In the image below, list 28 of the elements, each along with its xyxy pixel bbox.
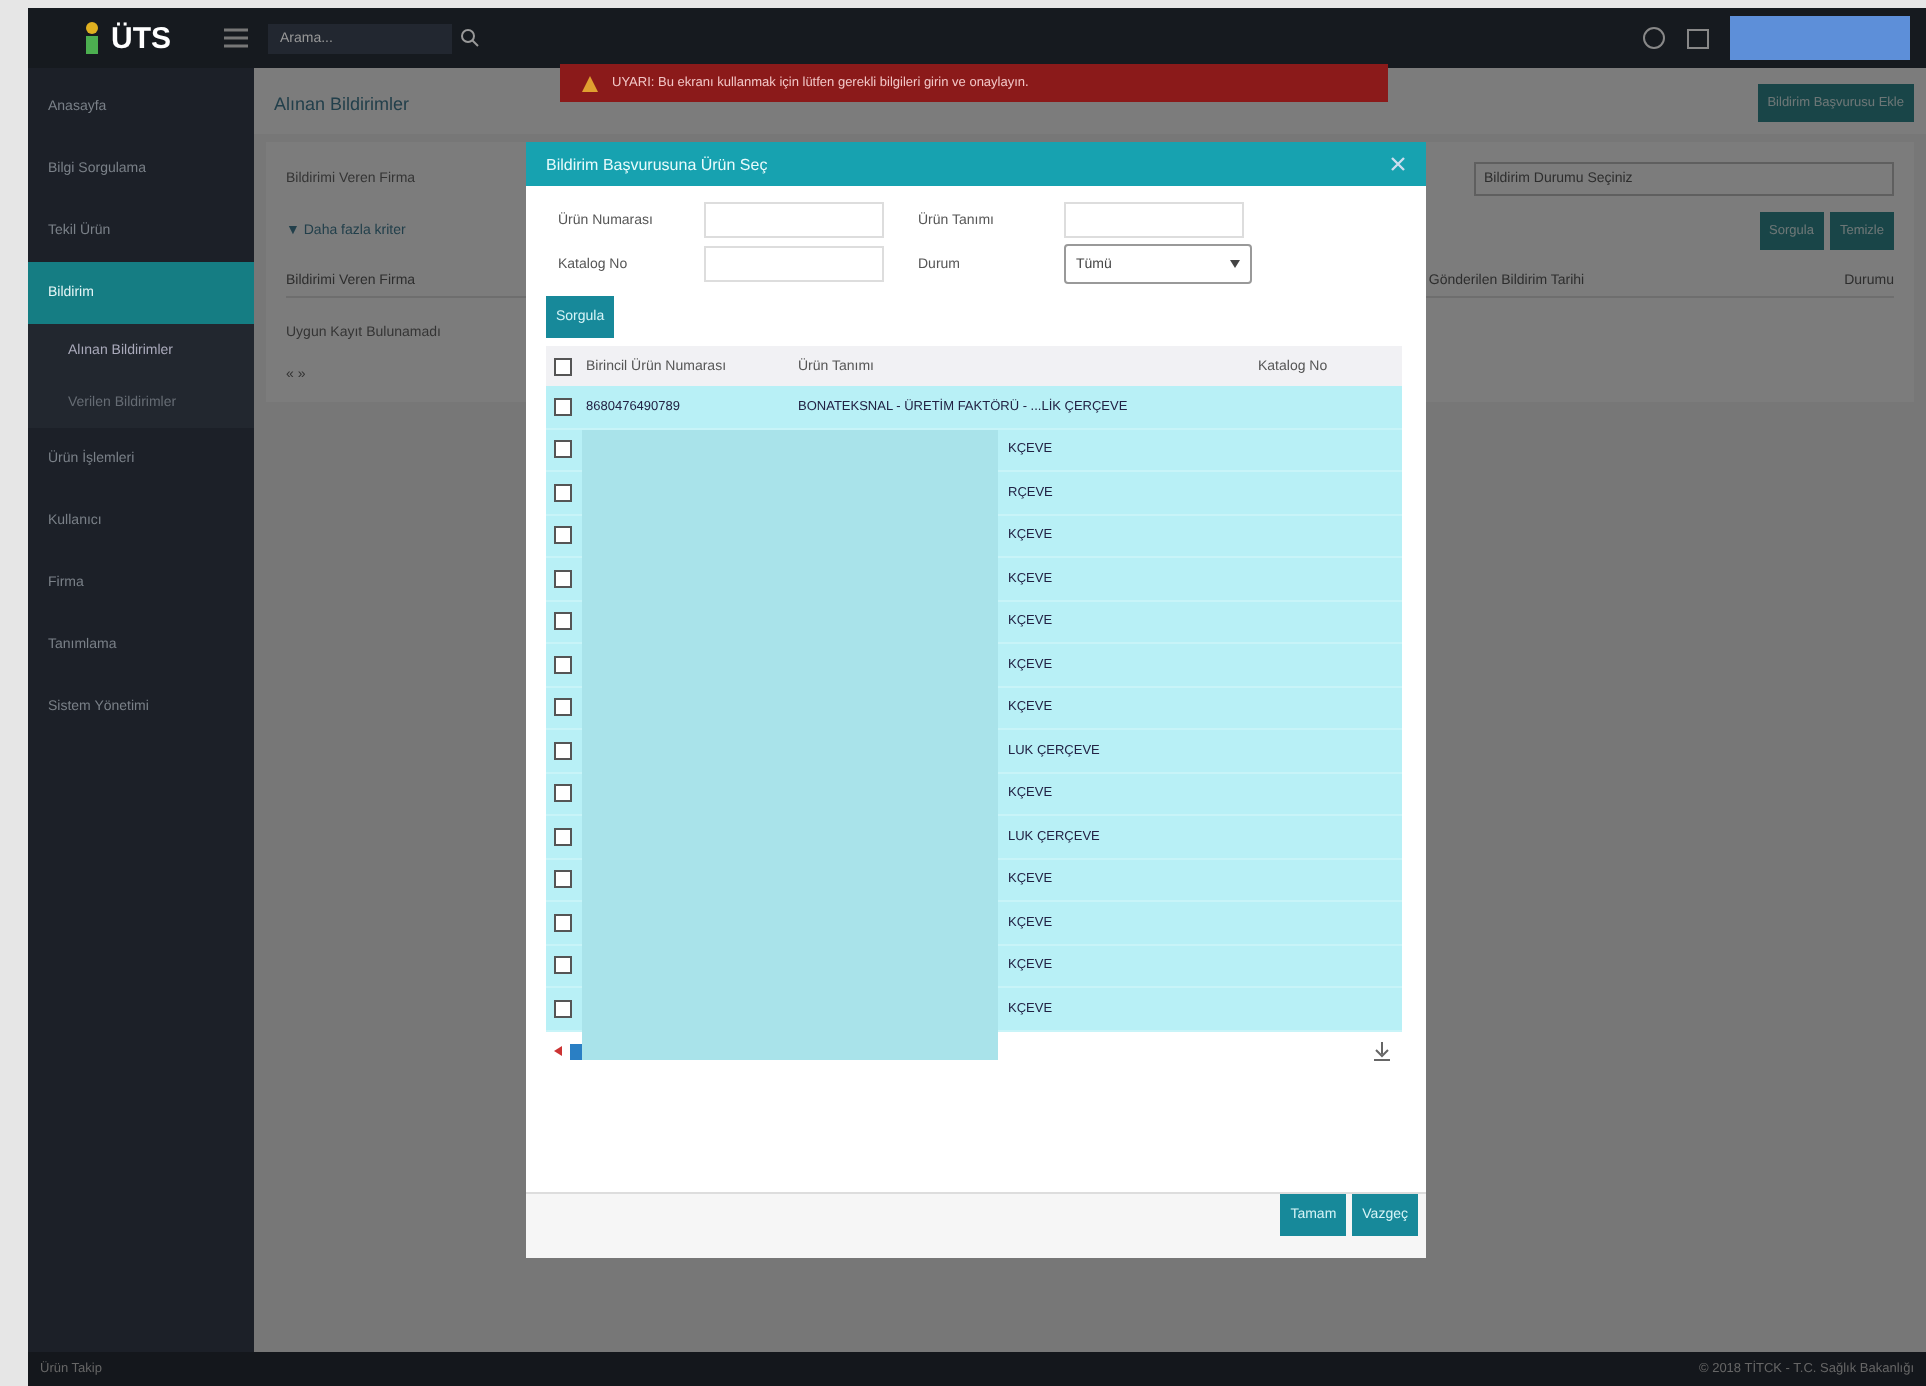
modal-title: Bildirim Başvurusuna Ürün Seç xyxy=(546,155,768,173)
warning-icon xyxy=(580,73,600,93)
row-checkbox[interactable] xyxy=(554,483,572,502)
search-icon xyxy=(460,28,480,48)
row-checkbox[interactable] xyxy=(554,827,572,846)
caret-icon xyxy=(1230,260,1240,268)
page-title: Alınan Bildirimler xyxy=(274,93,410,113)
row-checkbox[interactable] xyxy=(554,870,572,889)
input-field[interactable] xyxy=(1064,202,1244,238)
scroll-left-icon[interactable] xyxy=(554,1046,562,1056)
logo-text: ÜTS xyxy=(111,21,171,55)
row-checkbox[interactable] xyxy=(554,784,572,803)
select-all-checkbox[interactable] xyxy=(554,357,572,375)
row-checkbox[interactable] xyxy=(554,999,572,1018)
row-checkbox[interactable] xyxy=(554,612,572,631)
row-checkbox[interactable] xyxy=(554,913,572,932)
row-checkbox[interactable] xyxy=(554,655,572,674)
menu-icon[interactable] xyxy=(224,28,248,48)
row-checkbox[interactable] xyxy=(554,397,572,416)
row-checkbox[interactable] xyxy=(554,526,572,545)
row-checkbox[interactable] xyxy=(554,956,572,975)
input-field[interactable] xyxy=(704,202,884,238)
row-checkbox[interactable] xyxy=(554,741,572,760)
row-checkbox[interactable] xyxy=(554,440,572,459)
row-checkbox[interactable] xyxy=(554,698,572,717)
input-field[interactable] xyxy=(704,246,884,282)
download-icon[interactable] xyxy=(1374,1041,1390,1061)
row-checkbox[interactable] xyxy=(554,569,572,588)
